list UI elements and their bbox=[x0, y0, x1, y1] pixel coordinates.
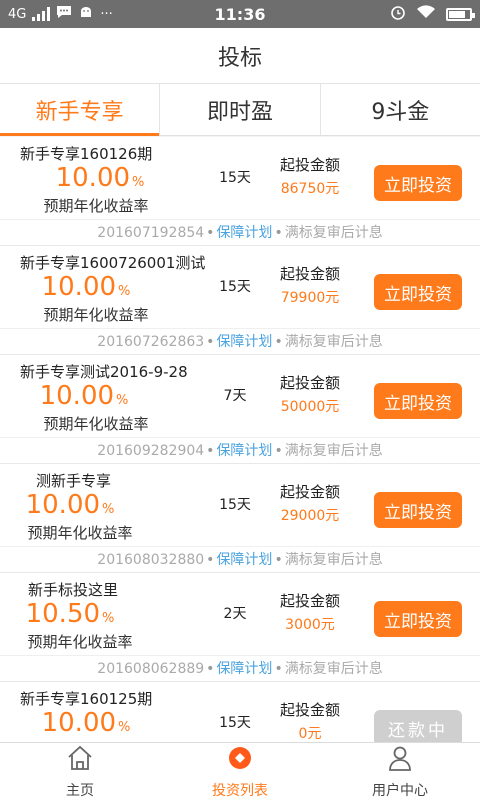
invest-now-button[interactable]: 立即投资 bbox=[374, 165, 462, 201]
term-days: 2天 bbox=[223, 606, 247, 622]
product-code: 201607262863 bbox=[97, 334, 205, 350]
page-title: 投标 bbox=[0, 28, 480, 84]
product-name: 新手专享测试2016-9-28 bbox=[20, 363, 188, 381]
min-amount: 50000元 bbox=[280, 399, 340, 415]
interest-note: 满标复审后计息 bbox=[284, 443, 383, 459]
product-code: 201609282904 bbox=[97, 443, 205, 459]
product-name: 新手标投这里 bbox=[28, 581, 119, 599]
invest-now-button[interactable]: 立即投资 bbox=[374, 492, 462, 528]
rate-label: 预期年化收益率 bbox=[27, 524, 133, 542]
nav-home[interactable]: 主页 bbox=[0, 743, 160, 800]
tab-newbie[interactable]: 新手专享 bbox=[0, 84, 161, 136]
product-footer: 201608032880 • 保障计划 • 满标复审后计息 bbox=[0, 546, 480, 573]
term-days: 15天 bbox=[219, 170, 251, 186]
guarantee-plan-link[interactable]: 保障计划 bbox=[216, 443, 272, 459]
expected-rate: 10.00% bbox=[41, 708, 131, 738]
bottom-navigation: 主页 投资列表 用户中心 bbox=[0, 742, 480, 800]
rate-label: 预期年化收益率 bbox=[43, 306, 149, 324]
term-days: 7天 bbox=[223, 388, 247, 404]
guarantee-plan-link[interactable]: 保障计划 bbox=[216, 552, 272, 568]
interest-note: 满标复审后计息 bbox=[284, 334, 383, 350]
term-days: 15天 bbox=[219, 715, 251, 731]
product-name: 新手专享160126期 bbox=[20, 145, 153, 163]
nav-user-center[interactable]: 用户中心 bbox=[320, 743, 480, 800]
product-code: 201608032880 bbox=[97, 552, 205, 568]
nav-label: 用户中心 bbox=[372, 783, 428, 799]
expected-rate: 10.00% bbox=[39, 381, 129, 411]
product-card[interactable]: 新手标投这里 10.50% 预期年化收益率 2天 起投金额 3000元 立即投资… bbox=[0, 573, 480, 682]
rate-label: 预期年化收益率 bbox=[43, 415, 149, 433]
min-amount-label: 起投金额 bbox=[279, 592, 340, 610]
nav-label: 主页 bbox=[66, 783, 94, 799]
invest-now-button[interactable]: 立即投资 bbox=[374, 601, 462, 637]
min-amount-label: 起投金额 bbox=[279, 156, 340, 174]
product-code: 201607192854 bbox=[97, 225, 205, 241]
product-card[interactable]: 测新手专享 10.00% 预期年化收益率 15天 起投金额 29000元 立即投… bbox=[0, 464, 480, 573]
min-amount-label: 起投金额 bbox=[279, 374, 340, 392]
home-icon bbox=[65, 743, 95, 777]
interest-note: 满标复审后计息 bbox=[284, 552, 383, 568]
tab-instant-profit[interactable]: 即时盈 bbox=[160, 84, 321, 135]
product-name: 新手专享160125期 bbox=[20, 690, 153, 708]
category-tabs: 新手专享 即时盈 9斗金 bbox=[0, 84, 480, 136]
invest-list-icon bbox=[225, 743, 255, 777]
product-card[interactable]: 新手专享160126期 10.00% 预期年化收益率 15天 起投金额 8675… bbox=[0, 137, 480, 246]
guarantee-plan-link[interactable]: 保障计划 bbox=[216, 334, 272, 350]
invest-now-button[interactable]: 立即投资 bbox=[374, 383, 462, 419]
min-amount: 29000元 bbox=[280, 508, 340, 524]
product-footer: 201607262863 • 保障计划 • 满标复审后计息 bbox=[0, 328, 480, 355]
rate-label: 预期年化收益率 bbox=[43, 197, 149, 215]
guarantee-plan-link[interactable]: 保障计划 bbox=[216, 661, 272, 677]
product-footer: 201608062889 • 保障计划 • 满标复审后计息 bbox=[0, 655, 480, 682]
product-name: 测新手专享 bbox=[36, 472, 112, 490]
product-card[interactable]: 新手专享160125期 10.00% 15天 起投金额 0元 还款中 bbox=[0, 682, 480, 742]
product-footer: 201607192854 • 保障计划 • 满标复审后计息 bbox=[0, 219, 480, 246]
min-amount: 3000元 bbox=[285, 617, 335, 633]
product-code: 201608062889 bbox=[97, 661, 205, 677]
expected-rate: 10.00% bbox=[25, 490, 115, 520]
interest-note: 满标复审后计息 bbox=[284, 225, 383, 241]
min-amount: 86750元 bbox=[280, 181, 340, 197]
expected-rate: 10.00% bbox=[55, 163, 145, 193]
rate-label: 预期年化收益率 bbox=[27, 633, 133, 651]
invest-now-button[interactable]: 立即投资 bbox=[374, 274, 462, 310]
min-amount-label: 起投金额 bbox=[279, 701, 340, 719]
battery-icon bbox=[446, 7, 475, 21]
expected-rate: 10.00% bbox=[41, 272, 131, 302]
min-amount: 0元 bbox=[298, 726, 322, 742]
min-amount: 79900元 bbox=[280, 290, 340, 306]
min-amount-label: 起投金额 bbox=[279, 483, 340, 501]
expected-rate: 10.50% bbox=[25, 599, 115, 629]
clock: 11:36 bbox=[214, 4, 266, 24]
term-days: 15天 bbox=[219, 497, 251, 513]
status-bar: 4G ··· 11:36 bbox=[0, 0, 480, 28]
product-footer: 201609282904 • 保障计划 • 满标复审后计息 bbox=[0, 437, 480, 464]
product-list: 新手专享160126期 10.00% 预期年化收益率 15天 起投金额 8675… bbox=[0, 137, 480, 742]
interest-note: 满标复审后计息 bbox=[284, 661, 383, 677]
min-amount-label: 起投金额 bbox=[279, 265, 340, 283]
product-name: 新手专享1600726001测试 bbox=[20, 254, 206, 272]
tab-9-doujin[interactable]: 9斗金 bbox=[321, 84, 480, 135]
term-days: 15天 bbox=[219, 279, 251, 295]
product-card[interactable]: 新手专享测试2016-9-28 10.00% 预期年化收益率 7天 起投金额 5… bbox=[0, 355, 480, 464]
user-center-icon bbox=[385, 743, 415, 777]
nav-label: 投资列表 bbox=[212, 783, 268, 799]
guarantee-plan-link[interactable]: 保障计划 bbox=[216, 225, 272, 241]
nav-invest-list[interactable]: 投资列表 bbox=[160, 743, 320, 800]
repaying-button: 还款中 bbox=[374, 710, 462, 742]
product-card[interactable]: 新手专享1600726001测试 10.00% 预期年化收益率 15天 起投金额… bbox=[0, 246, 480, 355]
